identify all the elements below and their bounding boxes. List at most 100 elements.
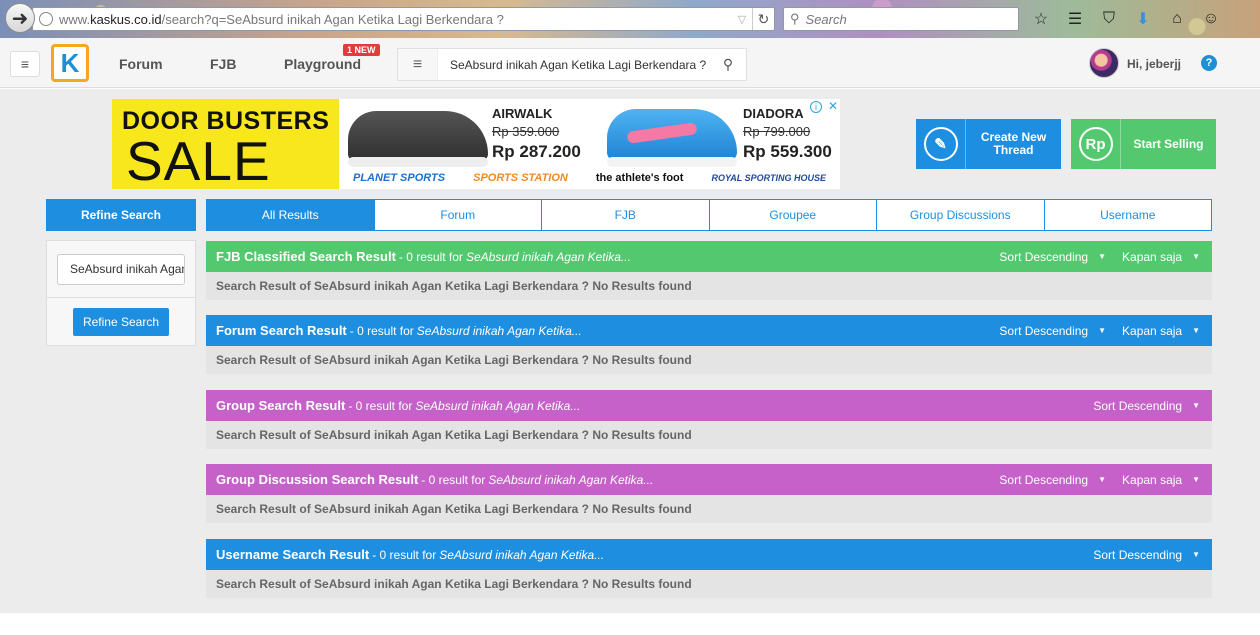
store-logo: the athlete's foot: [595, 172, 684, 184]
fjb-result-section: FJB Classified Search Result - 0 result …: [206, 241, 1212, 300]
group-result-section: Group Search Result - 0 result for SeAbs…: [206, 390, 1212, 449]
banner-old-price-diadora: Rp 799.000: [743, 124, 811, 139]
site-search-bar[interactable]: ≡ SeAbsurd inikah Agan Ketika Lagi Berke…: [397, 48, 747, 81]
section-result-text: Search Result of SeAbsurd inikah Agan Ke…: [206, 421, 1212, 449]
sort-dropdown[interactable]: Sort Descending ▼: [999, 250, 1106, 264]
section-header: Forum Search Result - 0 result for SeAbs…: [206, 315, 1212, 346]
section-result-text: Search Result of SeAbsurd inikah Agan Ke…: [206, 495, 1212, 523]
section-title: FJB Classified Search Result: [216, 249, 396, 264]
section-query: SeAbsurd inikah Agan Ketika...: [415, 398, 581, 413]
section-header: Username Search Result - 0 result for Se…: [206, 539, 1212, 570]
create-thread-button[interactable]: ✎ Create New Thread: [916, 119, 1061, 169]
tab-fjb[interactable]: FJB: [542, 200, 710, 230]
caret-down-icon: ▼: [1192, 475, 1200, 484]
page-footer-strip: [0, 613, 1260, 635]
sort-dropdown[interactable]: Sort Descending ▼: [999, 473, 1106, 487]
nav-forum[interactable]: Forum: [119, 56, 163, 72]
time-dropdown[interactable]: Kapan saja ▼: [1122, 324, 1200, 338]
browser-search-placeholder: Search: [805, 11, 847, 27]
banner-new-price-diadora: Rp 559.300: [743, 142, 832, 161]
reload-icon[interactable]: ↻: [752, 8, 774, 30]
store-logo: PLANET SPORTS: [353, 172, 446, 184]
page-content: DOOR BUSTERS SALE AIRWALK Rp 359.000 Rp …: [0, 89, 1260, 613]
result-tabs: All Results Forum FJB Groupee Group Disc…: [206, 199, 1212, 231]
store-logo: ROYAL SPORTING HOUSE: [711, 173, 826, 183]
rupiah-icon: Rp: [1078, 127, 1113, 161]
section-count: - 0 result for: [398, 249, 463, 264]
section-query: SeAbsurd inikah Agan Ketika...: [416, 323, 582, 338]
adchoices-icon[interactable]: i: [810, 101, 822, 113]
sort-dropdown[interactable]: Sort Descending ▼: [999, 324, 1106, 338]
avatar[interactable]: [1089, 48, 1119, 78]
site-search-icon[interactable]: ⚲: [710, 56, 746, 73]
pocket-icon[interactable]: ⛉: [1098, 8, 1120, 30]
banner-brand-diadora: DIADORA: [743, 106, 804, 121]
refine-search-button[interactable]: Refine Search: [73, 308, 169, 336]
user-greeting[interactable]: Hi, jeberjj: [1127, 57, 1181, 71]
create-thread-label: Create New Thread: [980, 130, 1047, 157]
refine-search-header: Refine Search: [46, 199, 196, 231]
hamburger-menu-button[interactable]: ≡: [10, 51, 40, 77]
site-search-input[interactable]: SeAbsurd inikah Agan Ketika Lagi Berkend…: [438, 58, 710, 72]
help-icon[interactable]: ?: [1201, 55, 1217, 71]
toolbar-icons: ☆ ☰ ⛉ ⬇ ⌂ ☺: [1030, 8, 1222, 30]
divider: [47, 297, 195, 298]
section-title: Group Search Result: [216, 398, 346, 413]
section-result-text: Search Result of SeAbsurd inikah Agan Ke…: [206, 570, 1212, 598]
time-dropdown[interactable]: Kapan saja ▼: [1122, 250, 1200, 264]
section-header: FJB Classified Search Result - 0 result …: [206, 241, 1212, 272]
caret-down-icon: ▼: [1098, 326, 1107, 335]
logo-k-icon: K: [60, 47, 80, 78]
start-selling-button[interactable]: Rp Start Selling: [1071, 119, 1216, 169]
banner-store-logos: PLANET SPORTS SPORTS STATION the athlete…: [339, 167, 840, 189]
search-icon: ⚲: [790, 11, 800, 26]
username-result-section: Username Search Result - 0 result for Se…: [206, 539, 1212, 598]
browser-toolbar: www.kaskus.co.id/search?q=SeAbsurd inika…: [0, 0, 1260, 38]
section-query: SeAbsurd inikah Agan Ketika...: [488, 472, 654, 487]
nav-fjb[interactable]: FJB: [210, 56, 236, 72]
back-arrow-icon: ➜: [11, 7, 29, 30]
banner-new-price-airwalk: Rp 287.200: [492, 142, 581, 161]
globe-icon: [39, 12, 53, 26]
sort-dropdown[interactable]: Sort Descending ▼: [1093, 548, 1200, 562]
time-dropdown[interactable]: Kapan saja ▼: [1122, 473, 1200, 487]
section-query: SeAbsurd inikah Agan Ketika...: [465, 249, 631, 264]
tab-username[interactable]: Username: [1045, 200, 1212, 230]
chat-icon[interactable]: ☺: [1200, 8, 1222, 30]
home-icon[interactable]: ⌂: [1166, 8, 1188, 30]
tab-forum[interactable]: Forum: [375, 200, 542, 230]
section-result-text: Search Result of SeAbsurd inikah Agan Ke…: [206, 346, 1212, 374]
new-badge: 1 NEW: [343, 44, 380, 56]
section-result-text: Search Result of SeAbsurd inikah Agan Ke…: [206, 272, 1212, 300]
banner-brand-airwalk: AIRWALK: [492, 106, 553, 121]
address-url[interactable]: www.kaskus.co.id/search?q=SeAbsurd inika…: [59, 12, 732, 27]
caret-down-icon: ▼: [1192, 326, 1200, 335]
refine-search-input[interactable]: SeAbsurd inikah Agan Ketika Lagi Berkend…: [57, 254, 185, 285]
section-header: Group Search Result - 0 result for SeAbs…: [206, 390, 1212, 421]
browser-search-field[interactable]: ⚲ Search: [783, 7, 1019, 31]
nav-playground[interactable]: Playground: [284, 56, 361, 72]
shoe-image-diadora: [607, 109, 737, 167]
kaskus-logo[interactable]: K: [51, 44, 89, 82]
tab-all-results[interactable]: All Results: [207, 200, 375, 230]
ad-banner[interactable]: DOOR BUSTERS SALE AIRWALK Rp 359.000 Rp …: [112, 99, 840, 189]
reading-list-icon[interactable]: ☰: [1064, 8, 1086, 30]
history-dropdown-icon[interactable]: ▽: [732, 13, 752, 26]
section-title: Forum Search Result: [216, 323, 347, 338]
address-bar[interactable]: www.kaskus.co.id/search?q=SeAbsurd inika…: [32, 7, 775, 31]
close-ad-icon[interactable]: ✕: [826, 99, 840, 113]
pencil-icon: ✎: [923, 127, 958, 161]
download-icon[interactable]: ⬇: [1132, 8, 1154, 30]
caret-down-icon: ▼: [1192, 550, 1200, 559]
sort-dropdown[interactable]: Sort Descending ▼: [1093, 399, 1200, 413]
section-count: - 0 result for: [372, 547, 437, 562]
section-title: Group Discussion Search Result: [216, 472, 419, 487]
caret-down-icon: ▼: [1098, 252, 1107, 261]
bookmark-star-icon[interactable]: ☆: [1030, 8, 1052, 30]
tab-group-discussions[interactable]: Group Discussions: [877, 200, 1045, 230]
back-button[interactable]: ➜: [5, 3, 35, 33]
tab-groupee[interactable]: Groupee: [710, 200, 877, 230]
hamburger-icon: ≡: [20, 56, 30, 72]
search-category-icon[interactable]: ≡: [398, 49, 438, 80]
section-count: - 0 result for: [421, 472, 486, 487]
